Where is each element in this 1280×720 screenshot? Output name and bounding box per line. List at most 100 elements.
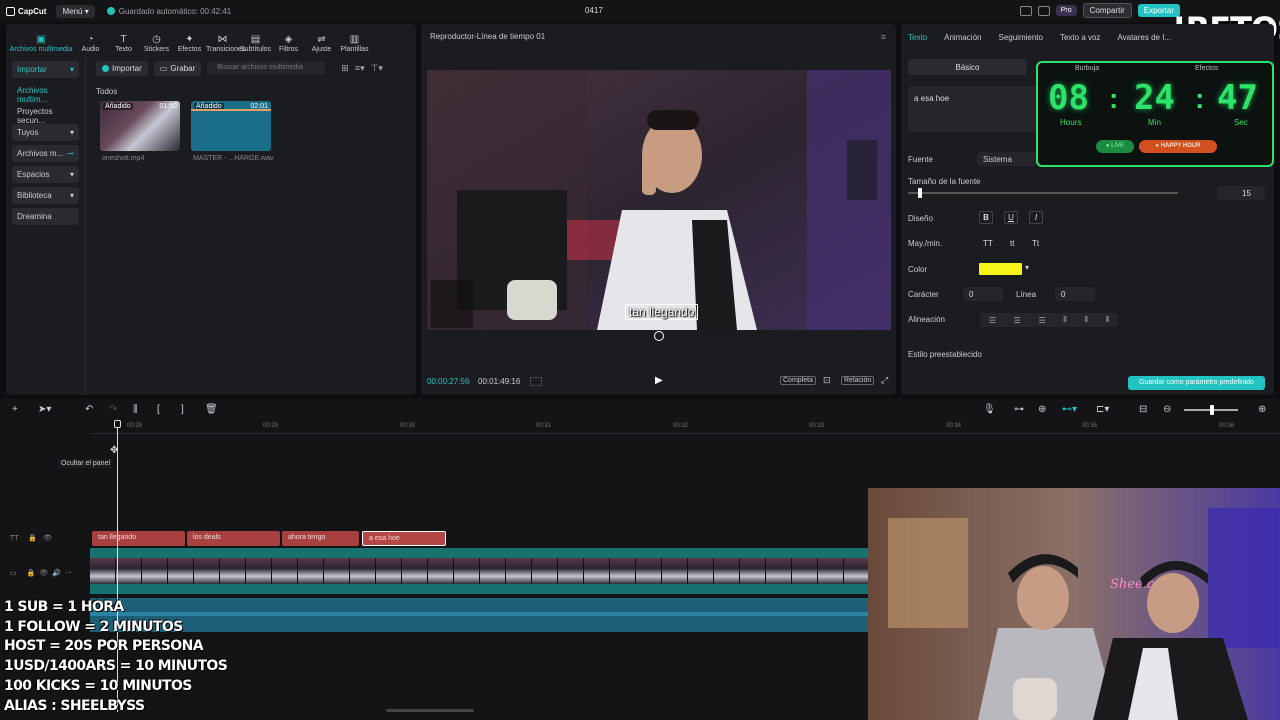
- full-quality-button[interactable]: Completa: [780, 376, 816, 385]
- titlecase-button[interactable]: Tt: [1032, 239, 1039, 248]
- sidebar-item-spaces[interactable]: Espacios ▾: [12, 166, 79, 183]
- zoom-in-icon[interactable]: ⊕: [1258, 404, 1266, 415]
- tab-avatars[interactable]: Avatares de I...: [1117, 33, 1171, 42]
- trim-right-icon[interactable]: ]: [181, 404, 184, 415]
- tab-tracking[interactable]: Seguimiento: [998, 33, 1042, 42]
- redo-icon[interactable]: ↷: [109, 404, 117, 415]
- tick-label: 00:28: [127, 423, 143, 429]
- tool-adjust[interactable]: ⇌ Ajuste: [305, 35, 338, 56]
- align-bottom-icon[interactable]: ⦀: [1106, 315, 1110, 325]
- link-icon[interactable]: ⊶: [1014, 404, 1024, 415]
- align-top-icon[interactable]: ⦀: [1063, 315, 1067, 325]
- tool-media[interactable]: ▣ Archivos multimedia: [8, 35, 74, 56]
- undo-icon[interactable]: ↶: [85, 404, 93, 415]
- menu-label: Menú: [62, 6, 83, 16]
- tool-subtitles[interactable]: ▤ Subtítulos: [239, 35, 272, 56]
- lock-icon[interactable]: 🔒: [28, 535, 37, 542]
- shortcuts-icon[interactable]: [1037, 5, 1050, 16]
- character-spacing-input[interactable]: 0: [963, 287, 1003, 301]
- crop-icon[interactable]: ⊡: [823, 375, 831, 386]
- pro-button[interactable]: Pro: [1055, 5, 1077, 16]
- share-button[interactable]: Compartir: [1082, 3, 1132, 18]
- preview-axis-icon[interactable]: ⊏▾: [1096, 404, 1109, 415]
- media-search-input[interactable]: Buscar archivos multimedia: [207, 61, 326, 75]
- video-track-clip[interactable]: [90, 548, 870, 594]
- rotate-handle-icon[interactable]: [654, 331, 664, 341]
- timeline-scrollbar[interactable]: [386, 709, 474, 712]
- chevron-down-icon[interactable]: ▾: [1025, 263, 1029, 272]
- tool-templates[interactable]: ▥ Plantillas: [338, 35, 371, 56]
- sidebar-item-library[interactable]: Biblioteca ▾: [12, 187, 79, 204]
- eye-icon[interactable]: 👁: [43, 535, 52, 542]
- video-preview[interactable]: tan llegando: [427, 70, 891, 330]
- media-thumb-audio[interactable]: Añadido 02:01: [191, 101, 271, 151]
- sidebar-item-files[interactable]: Archivos m... ⊸: [12, 145, 79, 162]
- speaker-icon[interactable]: 🔊: [52, 570, 61, 577]
- hamburger-icon[interactable]: ≡: [881, 32, 886, 42]
- play-button[interactable]: ▶: [655, 375, 663, 386]
- magnet-icon[interactable]: ⊷▾: [1062, 404, 1077, 415]
- tab-text-to-speech[interactable]: Texto a voz: [1060, 33, 1100, 42]
- bold-button[interactable]: B: [979, 211, 993, 224]
- sidebar-item-dreamina[interactable]: Dreamina: [12, 208, 79, 225]
- lock-icon[interactable]: 🔒: [27, 570, 36, 577]
- align-left-icon[interactable]: ☰: [989, 316, 996, 325]
- split-icon[interactable]: ⫼: [133, 404, 138, 415]
- tool-stickers[interactable]: ◷ Stickers: [140, 35, 173, 56]
- grid-view-icon[interactable]: ⊞: [341, 63, 349, 74]
- sidebar-item-media-files[interactable]: Archivos multim...: [12, 82, 79, 104]
- tool-effects[interactable]: ✦ Efectos: [173, 35, 206, 56]
- fit-icon[interactable]: ⊟: [1139, 404, 1147, 415]
- sidebar-item-import[interactable]: Importar ▾: [12, 61, 79, 78]
- video-caption[interactable]: tan llegando: [625, 304, 699, 320]
- sidebar-item-secondary-projects[interactable]: Proyectos secun...: [12, 103, 79, 125]
- more-icon[interactable]: ⋯: [65, 570, 72, 577]
- sidebar-item-yours[interactable]: Tuyos ▾: [12, 124, 79, 141]
- tab-animation[interactable]: Animación: [944, 33, 981, 42]
- tool-text[interactable]: T Texto: [107, 35, 140, 56]
- color-picker[interactable]: [979, 263, 1022, 275]
- layout-icon[interactable]: [1019, 5, 1032, 16]
- tool-filters[interactable]: ◈ Filtros: [272, 35, 305, 56]
- zoom-slider-handle[interactable]: [1210, 405, 1214, 415]
- eye-icon[interactable]: 👁: [39, 570, 48, 577]
- align-middle-icon[interactable]: ⦀: [1084, 315, 1088, 325]
- tool-audio[interactable]: ◔ Audio: [74, 35, 107, 56]
- align-center-icon[interactable]: ☰: [1014, 316, 1021, 325]
- playhead-handle[interactable]: [114, 420, 121, 428]
- delete-icon[interactable]: 🗑: [205, 404, 218, 415]
- font-size-slider-handle[interactable]: [918, 188, 922, 198]
- media-thumb-video[interactable]: Añadido 01:50: [100, 101, 180, 151]
- font-size-slider[interactable]: [908, 192, 1178, 194]
- text-clip[interactable]: tan llegando: [92, 531, 185, 546]
- basic-tab[interactable]: Básico: [908, 59, 1027, 75]
- snap-icon[interactable]: ⊕: [1038, 404, 1046, 415]
- uppercase-button[interactable]: TT: [983, 239, 993, 248]
- select-tool-icon[interactable]: ➤▾: [38, 404, 51, 415]
- save-preset-button[interactable]: Guardar como parámetro predefinido: [1128, 376, 1265, 390]
- tab-text[interactable]: Texto: [908, 33, 927, 42]
- zoom-out-icon[interactable]: ⊖: [1163, 404, 1171, 415]
- menu-button[interactable]: Menú ▾: [56, 4, 95, 18]
- sort-icon[interactable]: ≡▾: [355, 63, 365, 74]
- filter-icon[interactable]: ⊤▾: [371, 63, 383, 74]
- text-clip[interactable]: ahora tengo: [282, 531, 359, 546]
- italic-button[interactable]: I: [1029, 211, 1043, 224]
- mic-icon[interactable]: 🎙: [983, 404, 996, 415]
- text-clip[interactable]: los deals: [187, 531, 280, 546]
- text-clip-selected[interactable]: a esa hoe: [362, 531, 446, 546]
- add-icon[interactable]: +: [12, 404, 18, 415]
- trim-left-icon[interactable]: [: [157, 404, 160, 415]
- tool-transitions[interactable]: ⋈ Transiciones: [206, 35, 245, 56]
- lowercase-button[interactable]: tt: [1010, 239, 1014, 248]
- line-spacing-input[interactable]: 0: [1055, 287, 1095, 301]
- text-input[interactable]: a esa hoe: [908, 86, 1048, 132]
- align-right-icon[interactable]: ☰: [1038, 316, 1045, 325]
- underline-button[interactable]: U: [1004, 211, 1018, 224]
- ratio-button[interactable]: Relación: [841, 376, 875, 385]
- time-ruler[interactable]: 00:28 00:29 00:30 00:31 00:32 00:33 00:3…: [90, 422, 1280, 434]
- record-button[interactable]: ▭ Grabar: [153, 60, 202, 76]
- import-button[interactable]: Importar: [96, 60, 148, 76]
- font-size-input[interactable]: 15: [1217, 186, 1265, 200]
- fullscreen-icon[interactable]: ⤢: [881, 375, 888, 386]
